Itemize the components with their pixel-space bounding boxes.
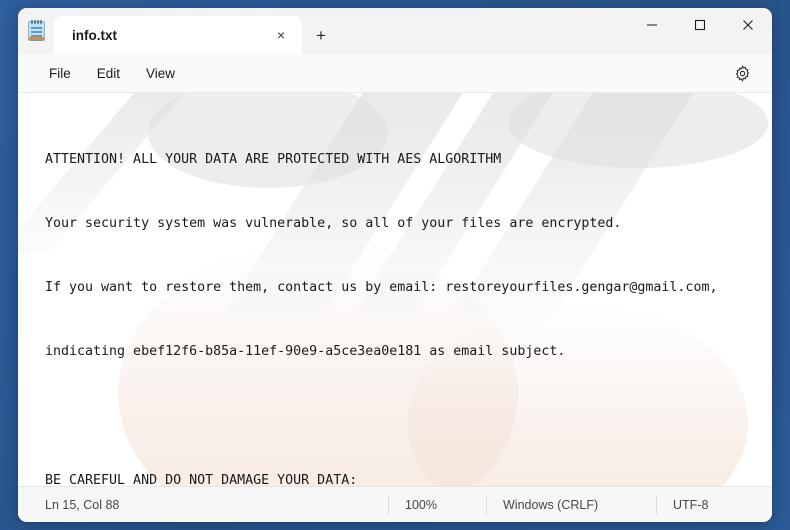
menu-item-file[interactable]: File <box>36 61 84 86</box>
window-controls <box>628 8 772 41</box>
cursor-position-status[interactable]: Ln 15, Col 88 <box>18 495 388 515</box>
document-text[interactable]: ATTENTION! ALL YOUR DATA ARE PROTECTED W… <box>18 93 772 486</box>
title-bar: info.txt × + <box>18 8 772 54</box>
tab-info-txt[interactable]: info.txt × <box>54 16 302 54</box>
line-endings-status[interactable]: Windows (CRLF) <box>486 494 656 515</box>
text-line: Your security system was vulnerable, so … <box>45 216 622 232</box>
tab-title: info.txt <box>72 27 117 43</box>
text-line: If you want to restore them, contact us … <box>45 280 718 296</box>
encoding-status[interactable]: UTF-8 <box>656 494 724 515</box>
text-line: ATTENTION! ALL YOUR DATA ARE PROTECTED W… <box>45 151 502 167</box>
menu-item-edit[interactable]: Edit <box>84 61 133 86</box>
minimize-icon[interactable] <box>628 8 676 41</box>
maximize-icon[interactable] <box>676 8 724 41</box>
menu-item-view[interactable]: View <box>133 61 188 86</box>
gear-icon[interactable] <box>726 58 758 88</box>
notepad-icon <box>18 8 54 54</box>
zoom-level-status[interactable]: 100% <box>388 494 486 515</box>
notepad-window: info.txt × + File Edit View ATTENTION! A… <box>18 8 772 522</box>
close-tab-icon[interactable]: × <box>268 22 294 48</box>
text-line-blank <box>45 406 772 427</box>
text-editor-area[interactable]: ATTENTION! ALL YOUR DATA ARE PROTECTED W… <box>18 93 772 486</box>
menu-bar: File Edit View <box>18 54 772 93</box>
text-line: indicating ebef12f6-b85a-11ef-90e9-a5ce3… <box>45 344 566 360</box>
status-bar: Ln 15, Col 88 100% Windows (CRLF) UTF-8 <box>18 486 772 522</box>
text-line: BE CAREFUL AND DO NOT DAMAGE YOUR DATA: <box>45 472 358 486</box>
close-window-icon[interactable] <box>724 8 772 41</box>
new-tab-icon[interactable]: + <box>302 16 340 54</box>
